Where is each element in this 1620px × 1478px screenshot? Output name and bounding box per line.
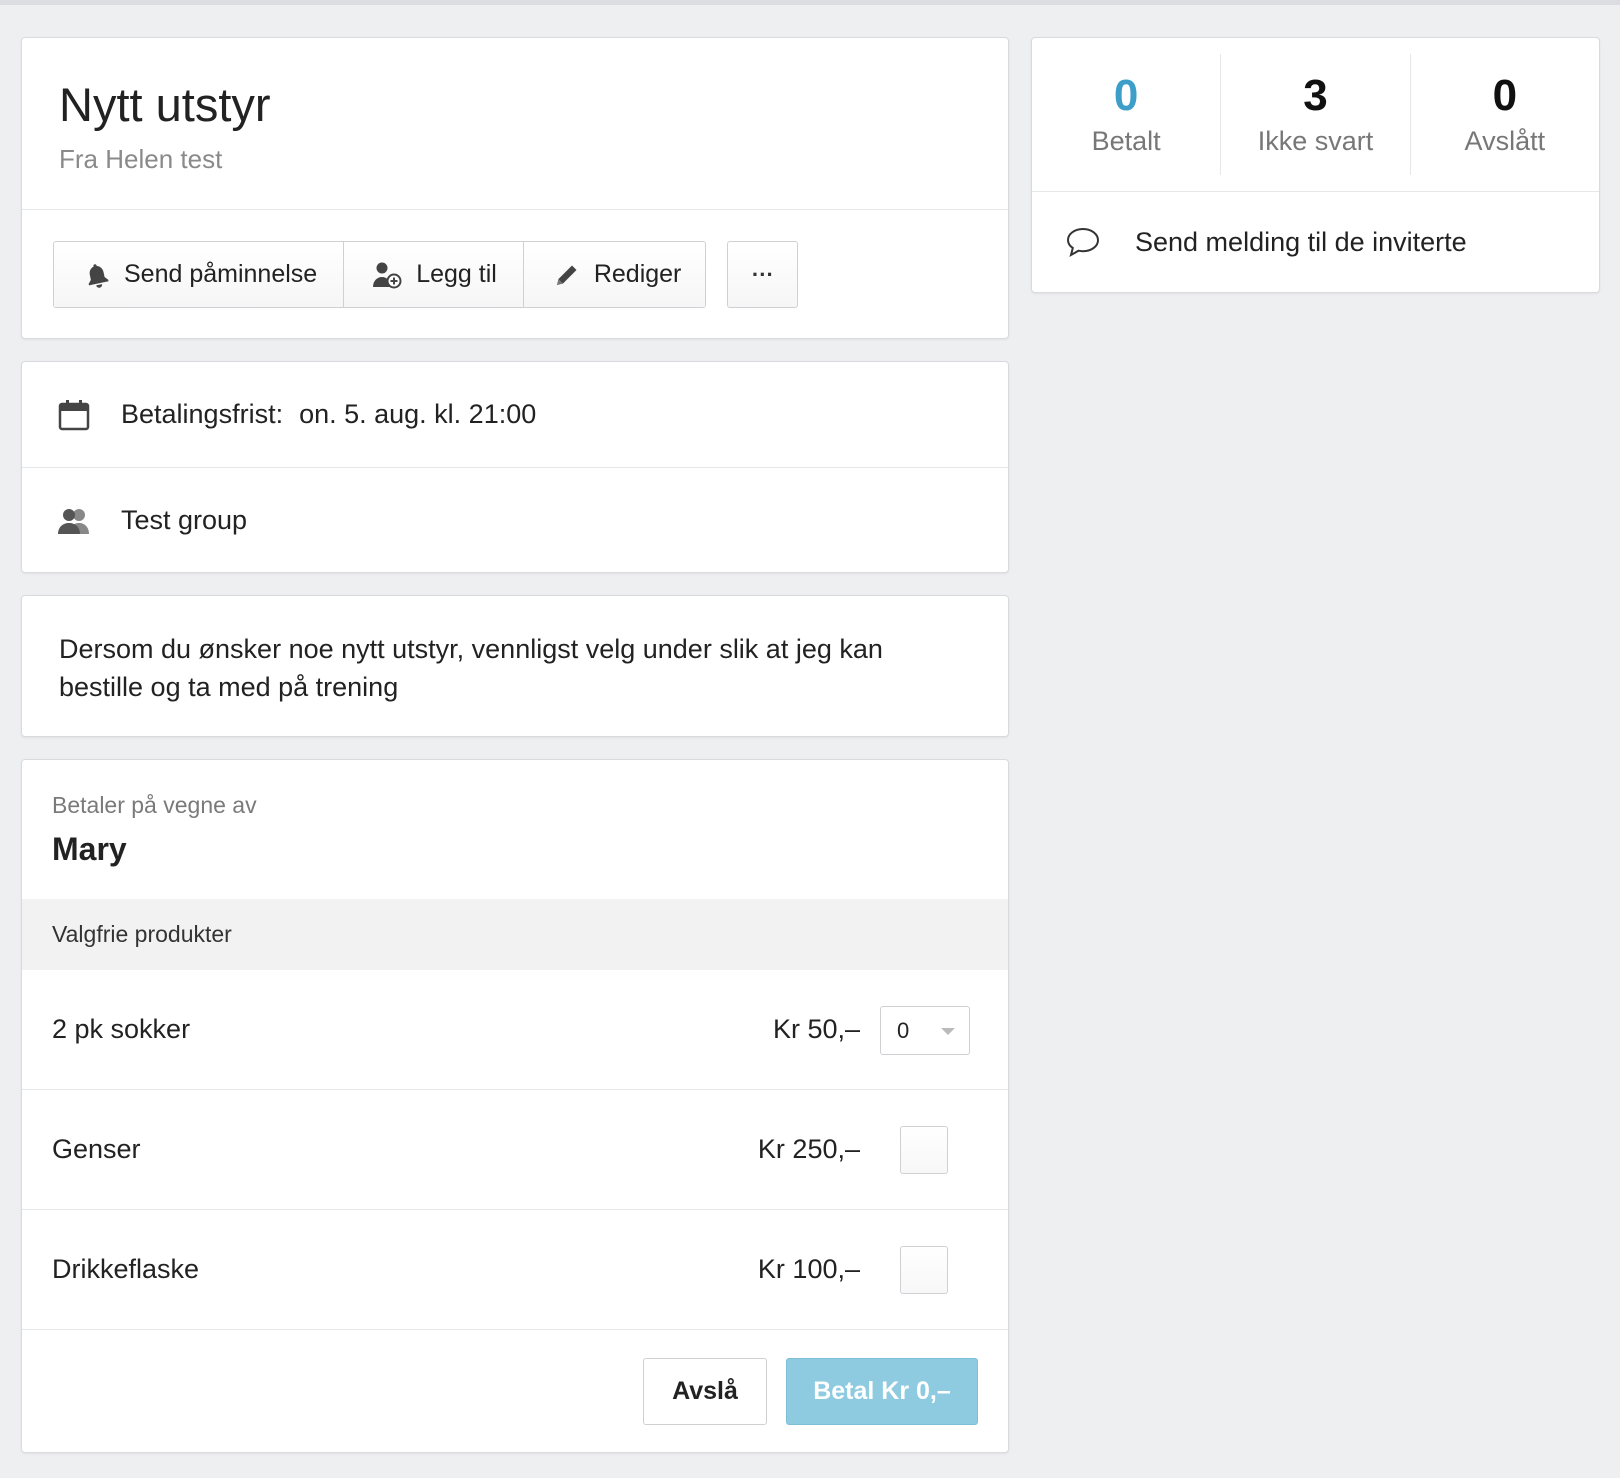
product-row: 2 pk sokker Kr 50,– 0 — [22, 970, 1008, 1090]
product-checkbox[interactable] — [900, 1125, 948, 1174]
unanswered-count: 3 — [1303, 71, 1328, 120]
paid-label: Betalt — [1091, 126, 1161, 156]
send-message-button[interactable]: Send melding til de inviterte — [1032, 192, 1599, 292]
add-participant-button[interactable]: Legg til — [344, 242, 524, 307]
description-card: Dersom du ønsker noe nytt utstyr, vennli… — [21, 595, 1009, 737]
stat-paid[interactable]: 0 Betalt — [1032, 54, 1222, 175]
quantity-select[interactable]: 0 — [880, 1006, 970, 1055]
stat-unanswered[interactable]: 3 Ikke svart — [1221, 54, 1411, 175]
event-header-card: Nytt utstyr Fra Helen test Send påminnel… — [21, 37, 1009, 339]
product-checkbox[interactable] — [900, 1245, 948, 1294]
deadline-row: Betalingsfrist: on. 5. aug. kl. 21:00 — [22, 362, 1008, 467]
product-row: Genser Kr 250,– — [22, 1090, 1008, 1210]
product-price: Kr 250,– — [757, 1134, 860, 1164]
stats-row: 0 Betalt 3 Ikke svart 0 Avslått — [1032, 38, 1599, 192]
send-reminder-label: Send påminnelse — [124, 260, 318, 288]
deadline-value: on. 5. aug. kl. 21:00 — [299, 399, 537, 429]
payment-footer: Avslå Betal Kr 0,– — [22, 1330, 1008, 1451]
quantity-value: 0 — [897, 1017, 910, 1043]
group-icon — [55, 507, 93, 535]
page-title: Nytt utstyr — [59, 78, 271, 131]
payer-block: Betaler på vegne av Mary — [22, 760, 1008, 899]
decline-button[interactable]: Avslå — [643, 1358, 767, 1425]
paid-count: 0 — [1113, 71, 1139, 120]
add-user-icon — [372, 261, 402, 289]
add-participant-label: Legg til — [416, 260, 497, 288]
unanswered-label: Ikke svart — [1257, 126, 1374, 156]
product-price: Kr 50,– — [772, 1014, 860, 1044]
product-row: Drikkeflaske Kr 100,– — [22, 1210, 1008, 1330]
payer-label: Betaler på vegne av — [52, 792, 257, 818]
payer-name: Mary — [52, 831, 127, 867]
event-description: Dersom du ønsker noe nytt utstyr, vennli… — [59, 634, 883, 702]
send-reminder-button[interactable]: Send påminnelse — [54, 242, 345, 307]
action-button-group: Send påminnelse Legg til Rediger — [53, 241, 707, 308]
calendar-icon — [55, 399, 93, 431]
group-name: Test group — [121, 505, 248, 535]
deadline-label: Betalingsfrist: — [121, 399, 284, 429]
send-message-label: Send melding til de inviterte — [1135, 226, 1467, 257]
optional-products-header: Valgfrie produkter — [22, 899, 1008, 970]
response-stats-card: 0 Betalt 3 Ikke svart 0 Avslått Send mel… — [1031, 37, 1600, 293]
speech-bubble-icon — [1065, 226, 1101, 258]
chevron-down-icon — [941, 1028, 955, 1035]
product-price: Kr 100,– — [757, 1254, 860, 1284]
more-options-button[interactable]: ··· — [727, 241, 799, 308]
payment-card: Betaler på vegne av Mary Valgfrie produk… — [21, 759, 1009, 1453]
pay-button[interactable]: Betal Kr 0,– — [786, 1358, 978, 1425]
title-block: Nytt utstyr Fra Helen test — [22, 38, 1008, 210]
stat-declined[interactable]: 0 Avslått — [1411, 54, 1599, 175]
action-toolbar: Send påminnelse Legg til Rediger ··· — [53, 241, 799, 308]
declined-count: 0 — [1492, 71, 1518, 120]
edit-button[interactable]: Rediger — [523, 242, 706, 307]
declined-label: Avslått — [1464, 126, 1546, 156]
group-row: Test group — [22, 467, 1008, 572]
bell-icon — [84, 262, 110, 288]
event-info-card: Betalingsfrist: on. 5. aug. kl. 21:00 Te… — [21, 361, 1009, 573]
pencil-icon — [554, 262, 580, 288]
page-subtitle: Fra Helen test — [59, 144, 223, 174]
edit-label: Rediger — [593, 260, 682, 288]
top-divider — [0, 0, 1620, 5]
